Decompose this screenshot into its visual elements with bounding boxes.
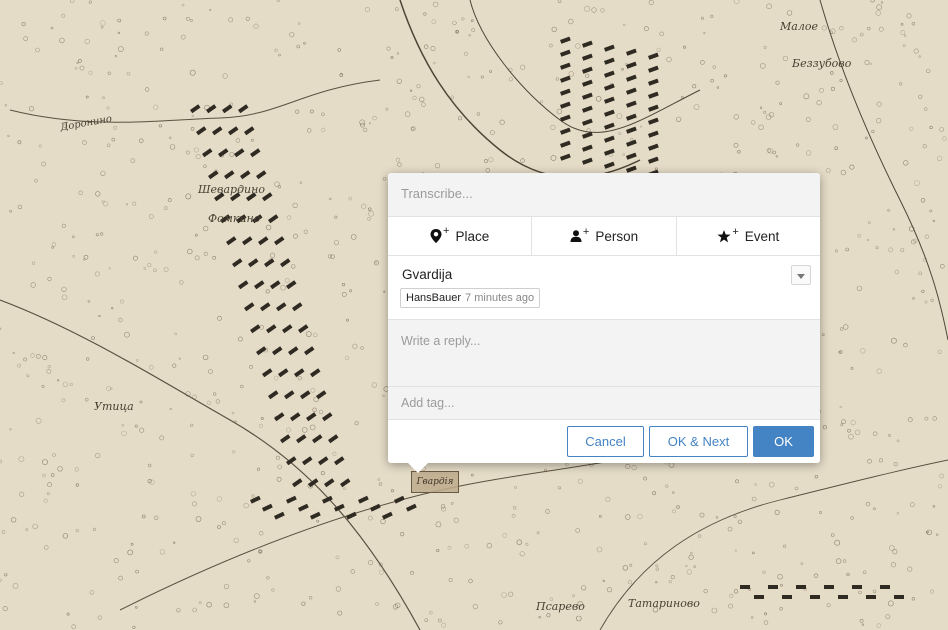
troop-block xyxy=(796,585,806,589)
tag-place-button[interactable]: + Place xyxy=(388,217,533,255)
chevron-down-icon xyxy=(797,266,805,284)
troop-block xyxy=(894,595,904,599)
map-label-malaya: Малое xyxy=(780,20,818,33)
plus-sign: + xyxy=(582,226,590,238)
entity-tag-bar: + Place + Person + Event xyxy=(388,217,820,256)
troop-block xyxy=(866,595,876,599)
comment-meta: HansBauer 7 minutes ago xyxy=(400,288,541,308)
star-plus-icon: + xyxy=(717,225,739,243)
troop-block xyxy=(768,585,778,589)
annotation-marker[interactable]: Гвардія xyxy=(411,471,459,493)
map-label-utitsa: Утица xyxy=(94,400,134,413)
map-label-bezzubovo: Беззубово xyxy=(792,57,852,70)
comment-options-button[interactable] xyxy=(791,265,811,285)
tag-person-label: Person xyxy=(595,228,639,244)
plus-sign: + xyxy=(443,225,450,237)
map-label-psarevo: Псарево xyxy=(536,600,585,613)
map-label-shevardino: Шевардино xyxy=(198,183,265,196)
comment-item: Gvardija HansBauer 7 minutes ago xyxy=(388,256,820,320)
cancel-button[interactable]: Cancel xyxy=(567,426,644,457)
troop-block xyxy=(740,585,750,589)
troop-block xyxy=(754,595,764,599)
comment-timestamp: 7 minutes ago xyxy=(465,292,535,304)
add-tag-input[interactable]: Add tag... xyxy=(388,387,820,420)
comment-author: HansBauer xyxy=(406,292,462,304)
popup-actions: Cancel OK & Next OK xyxy=(388,420,820,463)
tag-person-button[interactable]: + Person xyxy=(532,217,677,255)
transcribe-input[interactable]: Transcribe... xyxy=(388,173,820,217)
map-label-fomkino: Фомкино xyxy=(208,212,261,225)
plus-sign: + xyxy=(732,225,739,238)
transcribe-placeholder: Transcribe... xyxy=(401,186,473,201)
reply-input[interactable]: Write a reply... xyxy=(388,320,820,387)
ok-button[interactable]: OK xyxy=(753,426,814,457)
annotation-popup: Transcribe... + Place + Person + Event G… xyxy=(388,173,820,473)
map-marker-plus-icon: + xyxy=(430,225,450,243)
comment-text: Gvardija xyxy=(402,267,453,282)
troop-block xyxy=(852,585,862,589)
troop-block xyxy=(880,585,890,589)
map-label-tatarinovo: Татариново xyxy=(628,597,700,610)
annotation-marker-label: Гвардія xyxy=(416,477,454,487)
add-tag-placeholder: Add tag... xyxy=(401,396,455,410)
user-plus-icon: + xyxy=(570,226,590,242)
tag-event-label: Event xyxy=(744,228,780,244)
reply-placeholder: Write a reply... xyxy=(401,334,481,348)
troop-block xyxy=(810,595,820,599)
tag-place-label: Place xyxy=(455,228,490,244)
troop-block xyxy=(782,595,792,599)
tag-event-button[interactable]: + Event xyxy=(677,217,820,255)
ok-next-button[interactable]: OK & Next xyxy=(649,426,748,457)
troop-block xyxy=(838,595,848,599)
troop-block xyxy=(824,585,834,589)
